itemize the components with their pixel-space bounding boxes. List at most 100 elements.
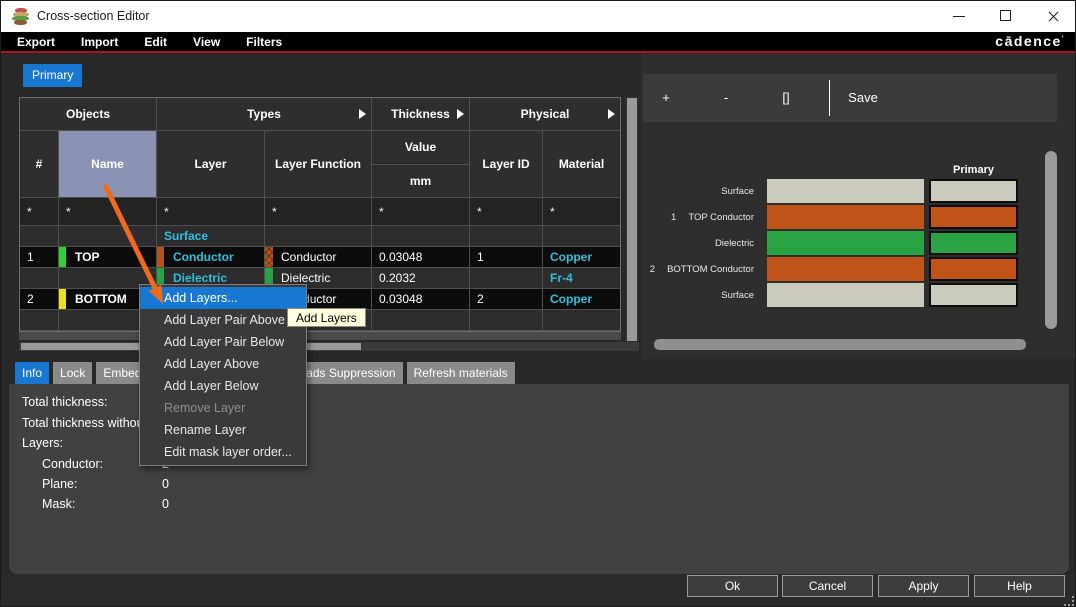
col-layer[interactable]: Layer <box>157 131 265 198</box>
col-name-selected[interactable]: Name <box>59 131 157 198</box>
menu-edit[interactable]: Edit <box>138 35 173 49</box>
filter-cell[interactable]: * <box>543 198 620 226</box>
table-row-top[interactable]: 1 TOP Conductor Conductor 0.03048 1 Copp… <box>20 247 620 268</box>
expand-arrow-icon[interactable] <box>359 109 366 119</box>
cell-material[interactable]: Copper <box>543 247 620 268</box>
stack-bar <box>767 231 924 255</box>
layer-color-swatch <box>157 247 164 267</box>
expand-arrow-icon[interactable] <box>457 109 464 119</box>
filter-cell[interactable]: * <box>20 198 59 226</box>
cell-name[interactable]: TOP <box>59 247 157 268</box>
group-physical[interactable]: Physical <box>470 98 620 131</box>
minimize-button[interactable] <box>936 1 983 32</box>
row-color-strip <box>59 289 66 309</box>
cell-value[interactable]: 0.03048 <box>372 289 470 310</box>
window-title: Cross-section Editor <box>37 1 150 32</box>
stack-column-header: Primary <box>929 164 1018 176</box>
info-total-thickness-without: Total thickness without <box>22 416 147 432</box>
cell-value[interactable]: 0.2032 <box>372 268 470 289</box>
brackets-button[interactable]: [] <box>771 74 801 122</box>
ok-button[interactable]: Ok <box>687 575 778 597</box>
save-button[interactable]: Save <box>843 74 883 122</box>
menu-remove-layer-disabled: Remove Layer <box>140 397 306 419</box>
stack-bar <box>767 179 924 203</box>
stack-row-dielectric: Dielectric <box>641 231 1018 255</box>
stack-row-surface-bottom: Surface <box>641 283 1018 307</box>
stack-vertical-scrollbar[interactable] <box>1045 151 1057 329</box>
col-layer-id[interactable]: Layer ID <box>470 131 543 198</box>
apply-button[interactable]: Apply <box>878 575 969 597</box>
cell-layer[interactable]: Surface <box>157 226 265 247</box>
filter-cell[interactable]: * <box>265 198 372 226</box>
cell-value[interactable]: 0.03048 <box>372 247 470 268</box>
table-vertical-scrollbar[interactable] <box>625 97 639 342</box>
col-thickness-value[interactable]: Value mm <box>372 131 470 198</box>
table-horizontal-scrollbar[interactable] <box>19 342 639 351</box>
group-thickness[interactable]: Thickness <box>372 98 470 131</box>
table-column-header: # Name Layer Layer Function Value mm Lay… <box>20 131 620 198</box>
menu-add-layers[interactable]: Add Layers... <box>140 287 306 309</box>
table-row-dielectric[interactable]: Dielectric Dielectric 0.2032 Fr-4 <box>20 268 620 289</box>
close-button[interactable] <box>1030 1 1076 32</box>
tab-info[interactable]: Info <box>15 362 49 384</box>
filter-cell[interactable]: * <box>157 198 265 226</box>
cell-layer-function[interactable]: Conductor <box>265 247 372 268</box>
titlebar: Cross-section Editor <box>1 1 1076 32</box>
add-column-button[interactable]: + <box>651 74 681 122</box>
stack-row-bottom-conductor: 2BOTTOM Conductor <box>641 257 1018 281</box>
cell-layer-id[interactable]: 2 <box>470 289 543 310</box>
menu-add-layer-below[interactable]: Add Layer Below <box>140 375 306 397</box>
maximize-button[interactable] <box>983 1 1030 32</box>
cadence-logo: cādence' <box>995 33 1065 49</box>
scrollbar-thumb[interactable] <box>627 98 637 341</box>
table-row-bottom[interactable]: 2 BOTTOM Conductor Conductor 0.03048 2 C… <box>20 289 620 310</box>
tab-refresh-materials[interactable]: Refresh materials <box>407 362 515 384</box>
info-layers: Layers: <box>22 436 63 452</box>
col-num[interactable]: # <box>20 131 59 198</box>
group-types[interactable]: Types <box>157 98 372 131</box>
cell-num[interactable]: 1 <box>20 247 59 268</box>
remove-column-button[interactable]: - <box>711 74 741 122</box>
col-unit-mm[interactable]: mm <box>372 165 469 198</box>
cell-material[interactable]: Copper <box>543 289 620 310</box>
tab-lock[interactable]: Lock <box>53 362 92 384</box>
stack-row-surface: Surface <box>641 179 1018 203</box>
stack-bar <box>767 205 924 229</box>
col-layer-function[interactable]: Layer Function <box>265 131 372 198</box>
menu-rename-layer[interactable]: Rename Layer <box>140 419 306 441</box>
help-button[interactable]: Help <box>974 575 1065 597</box>
table-row-surface-top[interactable]: Surface <box>20 226 620 247</box>
menu-export[interactable]: Export <box>11 35 61 49</box>
menu-add-layer-pair-above[interactable]: Add Layer Pair Above <box>140 309 306 331</box>
menu-edit-mask-layer-order[interactable]: Edit mask layer order... <box>140 441 306 463</box>
scrollbar-thumb[interactable] <box>1045 151 1057 329</box>
menu-view[interactable]: View <box>187 35 226 49</box>
filter-cell[interactable]: * <box>470 198 543 226</box>
menubar: Export Import Edit View Filters cādence' <box>1 32 1076 53</box>
menu-add-layer-above[interactable]: Add Layer Above <box>140 353 306 375</box>
filter-cell[interactable]: * <box>372 198 470 226</box>
menu-import[interactable]: Import <box>75 35 124 49</box>
stack-horizontal-scrollbar[interactable] <box>654 339 1026 350</box>
cell-num[interactable]: 2 <box>20 289 59 310</box>
col-value[interactable]: Value <box>372 131 469 165</box>
resize-grip[interactable] <box>1064 596 1074 606</box>
expand-arrow-icon[interactable] <box>608 109 615 119</box>
table-group-header: Objects Types Thickness Physical <box>20 98 620 131</box>
tab-primary[interactable]: Primary <box>23 64 82 87</box>
cell-layer-id[interactable]: 1 <box>470 247 543 268</box>
cell-material[interactable]: Fr-4 <box>543 268 620 289</box>
group-objects[interactable]: Objects <box>20 98 157 131</box>
cancel-button[interactable]: Cancel <box>782 575 873 597</box>
stack-bar-primary <box>929 257 1018 281</box>
minimize-icon <box>953 16 965 17</box>
filter-cell[interactable]: * <box>59 198 157 226</box>
menu-add-layer-pair-below[interactable]: Add Layer Pair Below <box>140 331 306 353</box>
menu-filters[interactable]: Filters <box>240 35 288 49</box>
col-material[interactable]: Material <box>543 131 620 198</box>
stack-row-top-conductor: 1TOP Conductor <box>641 205 1018 229</box>
info-total-thickness: Total thickness: <box>22 395 107 411</box>
cell-layer[interactable]: Conductor <box>157 247 265 268</box>
scrollbar-thumb[interactable] <box>654 339 1026 350</box>
stack-bar-primary <box>929 231 1018 255</box>
